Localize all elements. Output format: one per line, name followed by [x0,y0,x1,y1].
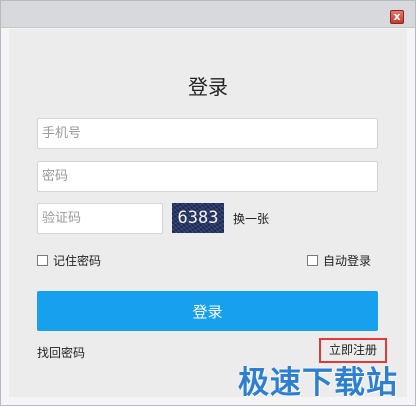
watermark-text: 极速下载站 [238,365,398,401]
captcha-image[interactable]: 6383 [172,203,224,233]
remember-password-checkbox[interactable] [37,255,48,266]
forgot-password-link[interactable]: 找回密码 [37,344,85,361]
auto-login-option[interactable]: 自动登录 [307,252,371,269]
captcha-input[interactable] [37,203,163,234]
close-icon[interactable]: x [390,10,404,24]
phone-input[interactable] [37,118,378,149]
auto-login-label: 自动登录 [323,254,372,268]
page-title: 登录 [188,75,228,99]
refresh-captcha-link[interactable]: 换一张 [233,210,269,227]
login-button[interactable]: 登录 [37,291,378,331]
title-bar[interactable]: x [1,1,415,28]
auto-login-checkbox[interactable] [307,255,318,266]
remember-password-label: 记住密码 [53,254,102,268]
password-input[interactable] [37,161,378,192]
remember-password-option[interactable]: 记住密码 [37,252,101,269]
